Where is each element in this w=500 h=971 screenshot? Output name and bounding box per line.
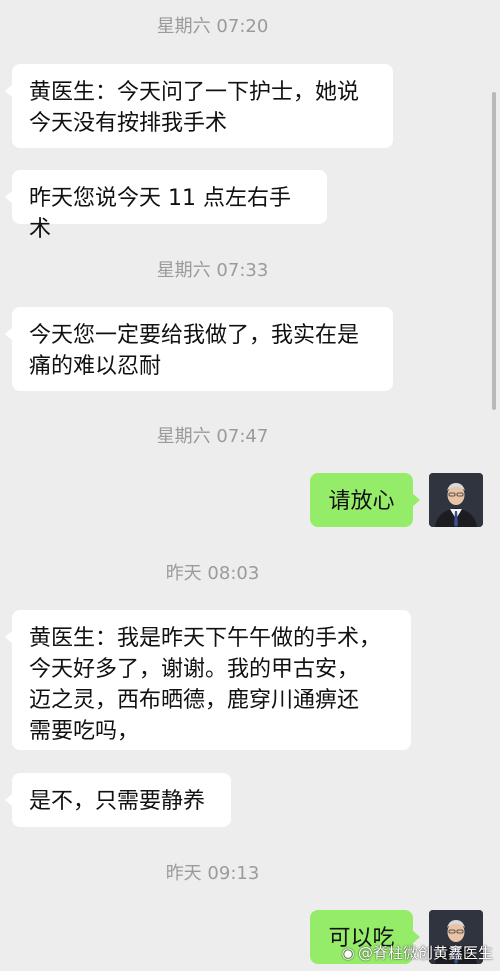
timestamp: 昨天 09:13 bbox=[165, 863, 260, 884]
message-bubble-received[interactable]: 黄医生：今天问了一下护士，她说 今天没有按排我手术 bbox=[5, 64, 393, 148]
message-bubble-received[interactable]: 昨天您说今天 11 点左右手术 bbox=[5, 170, 327, 242]
message-bubble-received[interactable]: 黄医生：我是昨天下午午做的手术， 今天好多了，谢谢。我的甲古安， 迈之灵，西布晒… bbox=[5, 610, 411, 750]
scrollbar[interactable] bbox=[492, 92, 496, 410]
message-bubble-received[interactable]: 是不，只需要静养 bbox=[5, 773, 231, 827]
timestamp: 星期六 07:33 bbox=[156, 260, 269, 281]
message-bubble-received[interactable]: 今天您一定要给我做了，我实在是 痛的难以忍耐 bbox=[5, 307, 393, 391]
timestamp: 星期六 07:47 bbox=[156, 426, 269, 447]
doctor-avatar-image bbox=[429, 473, 483, 527]
weibo-icon: ◉ bbox=[341, 944, 355, 962]
message-bubble-sent[interactable]: 请放心 bbox=[310, 473, 420, 527]
watermark: ◉ @脊柱微创黄鑫医生 bbox=[340, 940, 493, 966]
doctor-avatar[interactable] bbox=[429, 473, 483, 527]
watermark-text: @脊柱微创黄鑫医生 bbox=[358, 944, 494, 962]
timestamp: 星期六 07:20 bbox=[156, 16, 269, 37]
timestamp: 昨天 08:03 bbox=[165, 563, 260, 584]
